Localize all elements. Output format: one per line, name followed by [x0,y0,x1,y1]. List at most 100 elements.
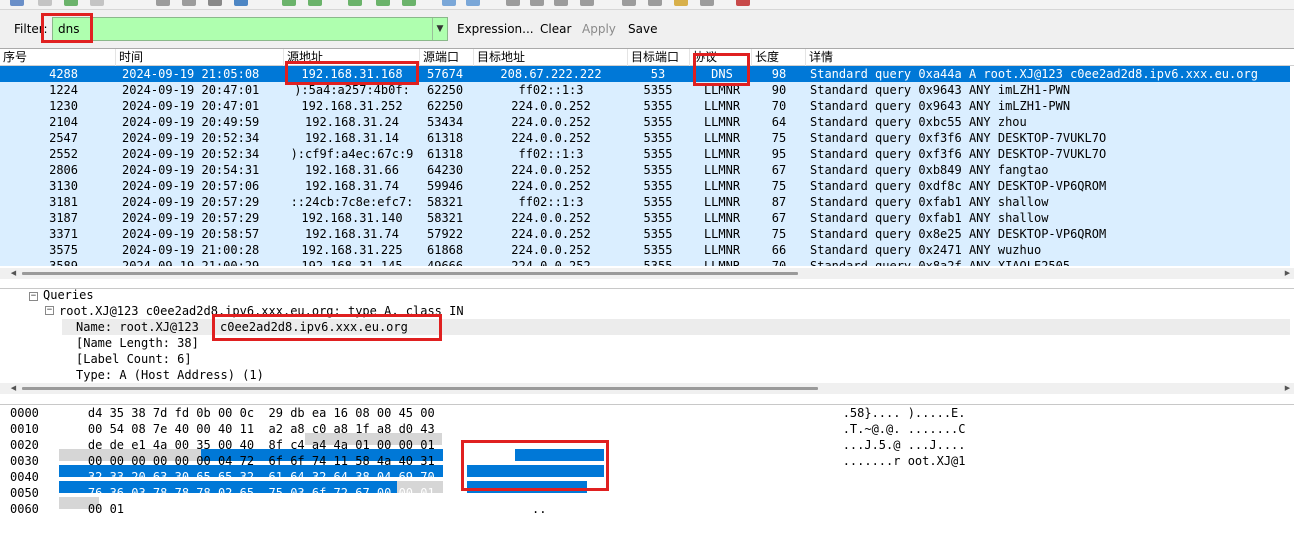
tree-item-queries[interactable]: Queries [43,289,94,303]
zoom-reset-icon[interactable] [554,0,568,6]
byte-hex[interactable]: de de e1 4a 00 35 00 40 8f c4 a4 4a 01 0… [88,438,435,452]
packet-time: 2024-09-19 20:57:29 [122,195,260,209]
clear-button[interactable]: Clear [540,22,571,36]
preferences-icon[interactable] [700,0,714,6]
display-filters-icon[interactable] [648,0,662,6]
collapse-icon[interactable]: − [45,306,54,315]
packet-row[interactable]: 3130 2024-09-19 20:57:06 192.168.31.74 5994… [0,178,1290,194]
tree-item-name[interactable]: Name: root.XJ@123 c0ee2ad2d8.ipv6.xxx.eu… [62,319,1290,335]
packet-row[interactable]: 3575 2024-09-19 21:00:28 192.168.31.225 618… [0,242,1290,258]
column-header-destination-port[interactable]: 目标端口 [628,49,690,66]
packet-row[interactable]: 2104 2024-09-19 20:49:59 192.168.31.24 5343… [0,114,1290,130]
scroll-left-icon[interactable]: ◀ [8,268,19,279]
zoom-out-icon[interactable] [530,0,544,6]
apply-button[interactable]: Apply [582,22,616,36]
byte-ascii[interactable]: .......r oot.XJ@1 [843,454,966,468]
byte-offset[interactable]: 0020 [10,438,39,452]
tree-item-query[interactable]: root.XJ@123 c0ee2ad2d8.ipv6.xxx.eu.org: … [59,303,464,319]
byte-ascii[interactable]: .T.~@.@. .......C [843,422,966,436]
last-packet-icon[interactable] [402,0,416,6]
filter-input[interactable] [52,17,448,41]
resize-columns-icon[interactable] [580,0,594,6]
byte-offset[interactable]: 0060 [10,502,39,516]
close-file-icon[interactable] [208,0,222,6]
packet-time: 2024-09-19 20:52:34 [122,131,260,145]
byte-offset[interactable]: 0030 [10,454,39,468]
open-file-icon[interactable] [156,0,170,6]
packet-row[interactable]: 3589 2024-09-19 21:00:29 192.168.31.145 496… [0,258,1290,266]
go-forward-icon[interactable] [308,0,322,6]
column-header-no[interactable]: 序号 [0,49,116,66]
packet-source: ):cf9f:a4ec:67c:9 [290,147,414,161]
column-header-protocol[interactable]: 协议 [690,49,752,66]
expression-button[interactable]: Expression... [457,22,534,36]
capture-filters-icon[interactable] [622,0,636,6]
byte-ascii[interactable]: ...J.5.@ ...J.... [843,438,966,452]
zoom-in-icon[interactable] [506,0,520,6]
tree-item-type[interactable]: Type: A (Host Address) (1) [76,367,264,382]
byte-offset[interactable]: 0000 [10,406,39,420]
byte-ascii[interactable]: 23 c0ee2 ad2d8.ip [843,470,966,484]
tree-item-label-count[interactable]: [Label Count: 6] [76,351,192,367]
capture-options-icon[interactable] [90,0,104,6]
go-back-icon[interactable] [282,0,296,6]
colorize-icon[interactable] [442,0,456,6]
byte-hex[interactable]: 00 00 00 00 00 00 04 72 6f 6f 74 11 58 4… [88,454,435,468]
packet-source-port: 61868 [427,243,464,257]
autoscroll-icon[interactable] [466,0,480,6]
byte-hex[interactable]: 76 36 03 78 78 78 02 65 75 03 6f 72 67 0… [88,486,435,500]
go-to-packet-icon[interactable] [348,0,362,6]
packet-destination: 224.0.0.252 [511,259,591,266]
packet-row[interactable]: 2547 2024-09-19 20:52:34 192.168.31.14 6131… [0,130,1290,146]
scroll-right-icon[interactable]: ▶ [1282,268,1293,279]
packet-row[interactable]: 1230 2024-09-19 20:47:01 192.168.31.252 622… [0,98,1290,114]
first-packet-icon[interactable] [376,0,390,6]
column-header-info[interactable]: 详情 [806,49,1294,66]
details-scrollbar[interactable]: ◀ ▶ [0,383,1294,394]
packet-row[interactable]: 3181 2024-09-19 20:57:29::24cb:7c8e:efc7:… [0,194,1290,210]
byte-offset[interactable]: 0050 [10,486,39,500]
filter-history-dropdown[interactable]: ▼ [432,18,447,40]
tree-item-name-length[interactable]: [Name Length: 38] [76,335,199,351]
packet-destination: ff02::1:3 [518,83,584,97]
packet-row[interactable]: 1224 2024-09-19 20:47:01):5a4:a257:4b0f: 6… [0,82,1290,98]
collapse-icon[interactable]: − [29,292,38,301]
packet-row-selected[interactable]: 4288 2024-09-19 21:05:08 192.168.31.168 576… [0,66,1290,82]
save-file-icon[interactable] [182,0,196,6]
help-icon[interactable] [736,0,750,6]
packet-row[interactable]: 2552 2024-09-19 20:52:34):cf9f:a4ec:67c:9… [0,146,1290,162]
scroll-left-icon[interactable]: ◀ [8,383,19,394]
byte-ascii[interactable]: .. [532,502,546,516]
coloring-rules-icon[interactable] [674,0,688,6]
column-header-destination[interactable]: 目标地址 [474,49,628,66]
byte-offset[interactable]: 0040 [10,470,39,484]
column-header-length[interactable]: 长度 [752,49,806,66]
packet-source-port: 57674 [427,67,464,81]
scrollbar-thumb[interactable] [22,387,818,390]
packet-details-pane[interactable]: − Queries − root.XJ@123 c0ee2ad2d8.ipv6.… [0,288,1294,382]
byte-hex[interactable]: d4 35 38 7d fd 0b 00 0c 29 db ea 16 08 0… [88,406,435,420]
packet-row[interactable]: 2806 2024-09-19 20:54:31 192.168.31.66 6423… [0,162,1290,178]
byte-ascii[interactable]: .58}.... ).....E. [843,406,966,420]
column-header-source[interactable]: 源地址 [284,49,420,66]
byte-hex[interactable]: 00 01 [88,502,124,516]
byte-ascii[interactable]: v6.xxx.e u.org... [843,486,966,500]
packet-row[interactable]: 3187 2024-09-19 20:57:29 192.168.31.140 583… [0,210,1290,226]
column-header-time[interactable]: 时间 [116,49,284,66]
packet-list[interactable]: 序号 时间 源地址 源端口 目标地址 目标端口 协议 长度 详情 4288 202… [0,48,1294,266]
reload-icon[interactable] [234,0,248,6]
packet-bytes-pane[interactable]: 0000 d4 35 38 7d fd 0b 00 0c 29 db ea 16 … [0,404,1294,535]
packet-row[interactable]: 3371 2024-09-19 20:58:57 192.168.31.74 5792… [0,226,1290,242]
packet-list-scrollbar[interactable]: ◀ ▶ [0,268,1294,279]
byte-hex[interactable]: 00 54 08 7e 40 00 40 11 a2 a8 c0 a8 1f a… [88,422,435,436]
stop-capture-icon[interactable] [38,0,52,6]
save-filter-button[interactable]: Save [628,22,657,36]
packet-protocol: LLMNR [703,179,741,193]
scrollbar-thumb[interactable] [22,272,798,275]
start-capture-icon[interactable] [10,0,24,6]
byte-offset[interactable]: 0010 [10,422,39,436]
restart-capture-icon[interactable] [64,0,78,6]
column-header-source-port[interactable]: 源端口 [420,49,474,66]
scroll-right-icon[interactable]: ▶ [1282,383,1293,394]
byte-hex[interactable]: 32 33 20 63 30 65 65 32 61 64 32 64 38 0… [88,470,435,484]
